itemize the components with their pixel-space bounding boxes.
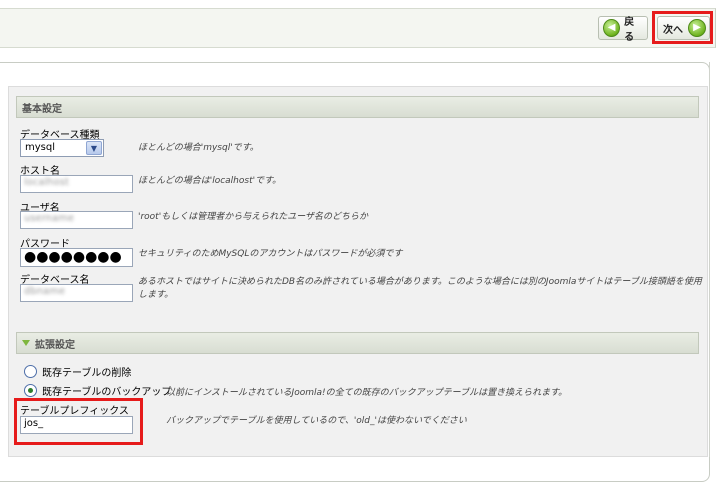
triangle-down-icon bbox=[22, 340, 30, 346]
host-value: localhost bbox=[24, 177, 69, 188]
host-input[interactable]: localhost bbox=[20, 175, 133, 193]
password-hint: セキュリティのためMySQLのアカウントはパスワードが必須です bbox=[138, 249, 403, 259]
radio-backup-tables[interactable]: 既存テーブルのバックアップ bbox=[24, 383, 171, 398]
advanced-settings-header[interactable]: 拡張設定 bbox=[16, 332, 699, 354]
db-name-value: dbname bbox=[24, 286, 66, 297]
radio-button[interactable] bbox=[24, 365, 37, 378]
db-type-select[interactable]: mysql ▼ bbox=[20, 139, 104, 157]
radio-backup-label: 既存テーブルのバックアップ bbox=[42, 387, 172, 398]
radio-drop-tables[interactable]: 既存テーブルの削除 bbox=[24, 364, 131, 379]
arrow-left-icon: ◀ bbox=[603, 19, 621, 37]
user-input[interactable]: username bbox=[20, 211, 133, 229]
basic-settings-header: 基本設定 bbox=[16, 96, 699, 118]
scrollbar[interactable] bbox=[709, 62, 716, 457]
password-input[interactable]: ●●●●●●●● bbox=[20, 248, 133, 267]
back-button-label: 戻る bbox=[624, 17, 635, 43]
basic-settings-title: 基本設定 bbox=[22, 103, 62, 115]
chevron-down-icon[interactable]: ▼ bbox=[86, 141, 102, 155]
db-name-hint: あるホストではサイトに決められたDB名のみ許されている場合があります。このような… bbox=[138, 277, 702, 300]
advanced-settings-title: 拡張設定 bbox=[35, 339, 75, 351]
radio-drop-label: 既存テーブルの削除 bbox=[42, 368, 132, 379]
user-value: username bbox=[24, 213, 74, 224]
db-type-value: mysql bbox=[25, 142, 55, 153]
prefix-hint: バックアップでテーブルを使用しているので、'old_'は使わないでください bbox=[166, 416, 467, 426]
password-value: ●●●●●●●● bbox=[24, 249, 122, 265]
db-type-hint: ほとんどの場合'mysql'です。 bbox=[138, 143, 259, 153]
back-button[interactable]: ◀ 戻る bbox=[598, 16, 648, 43]
db-name-input[interactable]: dbname bbox=[20, 284, 133, 302]
backup-hint: 以前にインストールされているJoomla!の全ての既存のバックアップテーブルは置… bbox=[166, 388, 568, 398]
prefix-highlight bbox=[14, 398, 143, 445]
radio-button-checked[interactable] bbox=[24, 384, 37, 397]
next-button-highlight bbox=[652, 11, 713, 44]
host-hint: ほとんどの場合は'localhost'です。 bbox=[138, 176, 282, 186]
user-hint: 'root'もしくは管理者から与えられたユーザ名のどちらか bbox=[138, 212, 369, 222]
